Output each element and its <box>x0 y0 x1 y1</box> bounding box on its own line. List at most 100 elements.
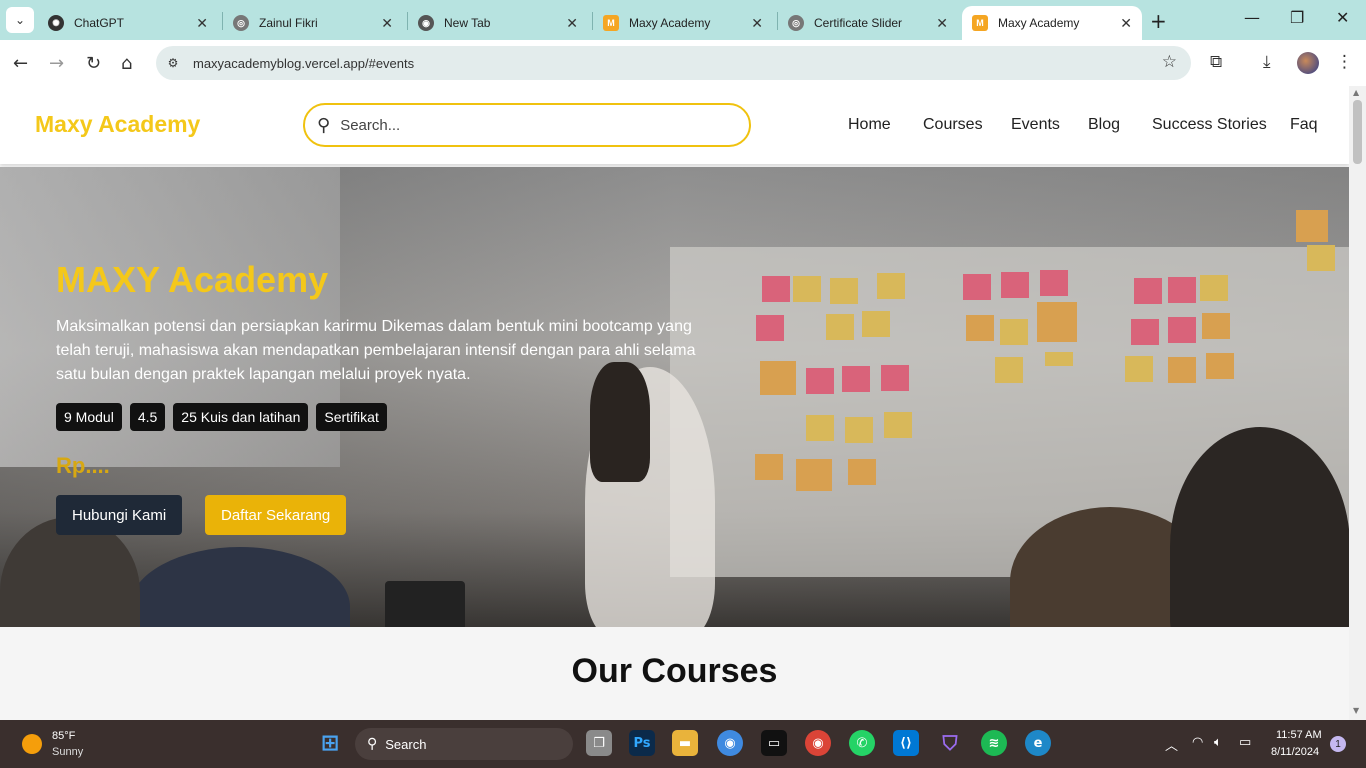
menu-icon[interactable]: ⋮ <box>1336 52 1353 72</box>
badge-modules: 9 Modul <box>56 403 122 431</box>
sticky-note <box>1000 319 1028 345</box>
site-header: Maxy Academy ⚲ Home Courses Events Blog … <box>0 86 1349 164</box>
window-close-icon[interactable]: ✕ <box>1336 8 1349 27</box>
sun-icon[interactable] <box>22 734 42 754</box>
close-icon[interactable]: ✕ <box>936 15 948 32</box>
weather-temperature[interactable]: 85°F <box>52 730 75 742</box>
sticky-note <box>826 314 854 340</box>
sticky-note <box>862 311 890 337</box>
scroll-up-icon[interactable]: ▲ <box>1353 88 1359 97</box>
bookmark-star-icon[interactable]: ☆ <box>1162 52 1177 72</box>
tab-maxy-academy-active[interactable]: M Maxy Academy ✕ <box>962 6 1142 40</box>
sticky-note <box>806 368 834 394</box>
tab-new-tab[interactable]: ◉ New Tab ✕ <box>408 6 588 40</box>
back-icon[interactable]: ← <box>13 53 28 74</box>
sticky-note <box>1040 270 1068 296</box>
volume-icon[interactable]: 🔈︎ <box>1214 735 1222 750</box>
task-view-icon[interactable]: ❐ <box>586 730 612 756</box>
tab-zainul-fikri[interactable]: ◎ Zainul Fikri ✕ <box>223 6 403 40</box>
sticky-note <box>1037 302 1077 342</box>
nav-blog[interactable]: Blog <box>1088 116 1120 134</box>
close-icon[interactable]: ✕ <box>751 15 763 32</box>
tab-search-button[interactable]: ⌄ <box>6 7 34 33</box>
minimize-icon[interactable]: — <box>1244 8 1260 27</box>
weather-condition[interactable]: Sunny <box>52 746 83 758</box>
hero-title: MAXY Academy <box>56 259 329 300</box>
nav-events[interactable]: Events <box>1011 116 1060 134</box>
search-input[interactable] <box>340 116 721 134</box>
battery-icon[interactable]: ▭ <box>1239 735 1251 750</box>
register-button[interactable]: Daftar Sekarang <box>205 495 347 535</box>
clock-time[interactable]: 11:57 AM <box>1276 729 1322 741</box>
profile-avatar[interactable] <box>1297 52 1319 74</box>
wifi-icon[interactable]: ◠ <box>1192 735 1203 750</box>
sticky-note <box>1200 275 1228 301</box>
sticky-note <box>1134 278 1162 304</box>
file-explorer-icon[interactable]: ▬ <box>672 730 698 756</box>
restore-icon[interactable]: ❐ <box>1290 8 1304 27</box>
browser-toolbar: ← → ↻ ⌂ ⚙ maxyacademyblog.vercel.app/#ev… <box>0 40 1366 86</box>
new-tab-button[interactable]: + <box>1150 9 1167 33</box>
chrome-icon[interactable]: ◉ <box>717 730 743 756</box>
browser-tab-bar: ⌄ ✺ ChatGPT ✕ ◎ Zainul Fikri ✕ ◉ New Tab… <box>0 0 1366 40</box>
close-icon[interactable]: ✕ <box>1120 15 1132 32</box>
page-scrollbar[interactable]: ▲ ▼ <box>1349 86 1366 720</box>
sticky-note <box>963 274 991 300</box>
close-icon[interactable]: ✕ <box>566 15 578 32</box>
maxy-icon: M <box>972 15 988 31</box>
sticky-note <box>1296 210 1328 242</box>
address-bar[interactable]: ⚙ maxyacademyblog.vercel.app/#events ☆ <box>156 46 1191 80</box>
hero-price: Rp.... <box>56 453 110 478</box>
scroll-down-icon[interactable]: ▼ <box>1353 706 1359 715</box>
chrome-icon: ◉ <box>418 15 434 31</box>
close-icon[interactable]: ✕ <box>196 15 208 32</box>
sticky-note <box>848 459 876 485</box>
badge-rating: 4.5 <box>129 403 166 431</box>
nav-success-stories[interactable]: Success Stories <box>1152 116 1267 134</box>
sticky-note <box>1206 353 1234 379</box>
terminal-icon[interactable]: ▭ <box>761 730 787 756</box>
windows-start-icon[interactable]: ⊞ <box>317 730 343 756</box>
spotify-icon[interactable]: ≋ <box>981 730 1007 756</box>
download-icon[interactable]: ⤓ <box>1263 52 1271 72</box>
nav-courses[interactable]: Courses <box>923 116 983 134</box>
notification-badge[interactable]: 1 <box>1330 736 1346 752</box>
home-icon[interactable]: ⌂ <box>121 53 132 74</box>
whatsapp-icon[interactable]: ✆ <box>849 730 875 756</box>
sticky-note <box>1202 313 1230 339</box>
chevron-up-icon[interactable]: ︿ <box>1165 735 1178 754</box>
site-logo[interactable]: Maxy Academy <box>35 111 200 138</box>
contact-button[interactable]: Hubungi Kami <box>56 495 183 535</box>
extensions-icon[interactable]: ⧉ <box>1210 52 1222 72</box>
forward-icon[interactable]: → <box>49 53 64 74</box>
photoshop-icon[interactable]: Ps <box>629 730 655 756</box>
sticky-note <box>756 315 784 341</box>
sticky-note <box>884 412 912 438</box>
edge-icon[interactable]: e <box>1025 730 1051 756</box>
chrome-active-icon[interactable]: ◉ <box>805 730 831 756</box>
hero-banner: MAXY Academy Maksimalkan potensi dan per… <box>0 167 1349 627</box>
tab-certificate-slider[interactable]: ◎ Certificate Slider ✕ <box>778 6 958 40</box>
site-info-icon[interactable]: ⚙ <box>159 49 187 77</box>
nav-home[interactable]: Home <box>848 116 891 134</box>
vscode-icon[interactable]: ⟨⟩ <box>893 730 919 756</box>
reload-icon[interactable]: ↻ <box>86 53 101 74</box>
tab-maxy-academy[interactable]: M Maxy Academy ✕ <box>593 6 773 40</box>
taskbar-search-label: Search <box>385 736 427 752</box>
sticky-note <box>1168 357 1196 383</box>
clock-date[interactable]: 8/11/2024 <box>1271 746 1319 758</box>
search-icon: ⚲ <box>317 114 331 136</box>
tab-chatgpt[interactable]: ✺ ChatGPT ✕ <box>38 6 218 40</box>
url-text[interactable]: maxyacademyblog.vercel.app/#events <box>193 56 414 71</box>
chatgpt-icon: ✺ <box>48 15 64 31</box>
sticky-note <box>1125 356 1153 382</box>
close-icon[interactable]: ✕ <box>381 15 393 32</box>
taskbar-search[interactable]: ⚲ Search <box>355 728 573 760</box>
hero-badges: 9 Modul 4.5 25 Kuis dan latihan Sertifik… <box>56 403 387 431</box>
scrollbar-thumb[interactable] <box>1353 100 1362 164</box>
sticky-note <box>845 417 873 443</box>
nav-faq[interactable]: Faq <box>1290 116 1318 134</box>
sticky-note <box>806 415 834 441</box>
search-box[interactable]: ⚲ <box>303 103 751 147</box>
shield-icon[interactable]: ⛉ <box>937 730 963 756</box>
